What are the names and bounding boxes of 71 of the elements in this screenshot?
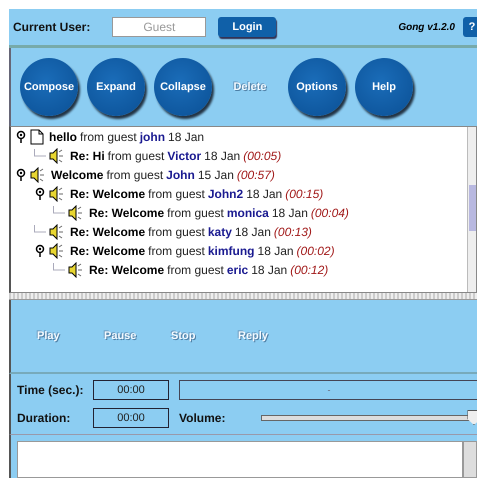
scrollbar[interactable]	[463, 441, 477, 478]
speaker-icon	[68, 204, 84, 220]
toolbar-button[interactable]: Compose	[20, 58, 78, 116]
speaker-icon	[49, 242, 65, 258]
volume-label: Volume:	[179, 411, 226, 425]
message-date: 18 Jan	[246, 186, 282, 200]
sender-text: from guest	[148, 244, 205, 258]
expand-handle-icon[interactable]	[15, 130, 27, 144]
message-date: 15 Jan	[198, 168, 234, 182]
sender-text: from guest	[80, 130, 137, 144]
volume-slider-thumb[interactable]	[467, 410, 477, 425]
time-value: 00:00	[93, 380, 169, 400]
message-date: 18 Jan	[272, 206, 308, 220]
message-duration: (00:57)	[236, 168, 275, 182]
message-subject[interactable]: Re: Welcome	[89, 262, 164, 276]
duration-label: Duration:	[17, 411, 72, 425]
speaker-icon	[49, 148, 65, 164]
toolbar-button[interactable]: Options	[288, 58, 346, 116]
message-subject[interactable]: Re: Welcome	[70, 186, 146, 200]
sender-text: from guest	[167, 262, 224, 276]
expand-handle-icon[interactable]	[15, 168, 27, 182]
message-duration: (00:02)	[296, 244, 335, 258]
sender-text: from guest	[106, 168, 164, 182]
message-subject[interactable]: Re: Welcome	[70, 244, 146, 258]
toolbar-button[interactable]: Help	[355, 58, 413, 116]
message-subject[interactable]: Welcome	[51, 168, 104, 182]
sender-name: monica	[226, 206, 269, 220]
message-subject[interactable]: hello	[49, 130, 78, 144]
sender-text: from guest	[148, 224, 205, 238]
speaker-icon	[30, 166, 46, 182]
message-duration: (00:05)	[243, 148, 282, 162]
expand-handle-icon[interactable]	[34, 244, 46, 258]
message-date: 18 Jan	[204, 148, 240, 162]
message-subject[interactable]: Re: Hi	[70, 148, 105, 162]
document-icon	[30, 128, 44, 144]
speaker-icon	[49, 186, 65, 202]
message-date: 18 Jan	[168, 130, 204, 144]
sender-name: Victor	[167, 148, 202, 162]
time-label: Time (sec.):	[17, 383, 84, 397]
toolbar-button[interactable]: Collapse	[154, 58, 212, 116]
message-duration: (00:13)	[274, 224, 312, 238]
speaker-icon	[68, 262, 84, 278]
message-duration: (00:04)	[310, 206, 349, 220]
toolbar-button[interactable]: Expand	[87, 58, 145, 116]
message-date: 18 Jan	[234, 224, 271, 238]
message-date: 18 Jan	[258, 244, 294, 258]
message-subject[interactable]: Re: Welcome	[89, 206, 164, 220]
duration-value: 00:00	[93, 408, 169, 428]
user-label: Current User:	[13, 20, 90, 34]
user-field[interactable]: Guest	[112, 17, 206, 37]
sender-name: John	[166, 168, 195, 182]
message-duration: (00:15)	[285, 186, 324, 200]
scrollbar[interactable]	[467, 127, 476, 292]
sender-name: eric	[226, 262, 248, 276]
sender-name: John2	[208, 186, 244, 200]
sender-name: john	[140, 130, 166, 144]
sender-text: from guest	[167, 206, 224, 220]
help-button[interactable]: ?	[463, 17, 477, 37]
message-date: 18 Jan	[251, 262, 288, 276]
sender-name: katy	[208, 224, 232, 238]
speaker-icon	[49, 224, 65, 240]
sender-text: from guest	[108, 148, 164, 162]
message-subject[interactable]: Re: Welcome	[70, 224, 146, 238]
login-button[interactable]: Login	[218, 17, 276, 37]
sender-text: from guest	[148, 186, 205, 200]
version-label: Gong v1.2.0	[398, 22, 455, 32]
sender-name: kimfung	[208, 244, 255, 258]
splitter-handle[interactable]	[9, 293, 477, 300]
message-duration: (00:12)	[290, 262, 328, 276]
text-area[interactable]	[17, 441, 463, 478]
expand-handle-icon[interactable]	[34, 186, 46, 200]
